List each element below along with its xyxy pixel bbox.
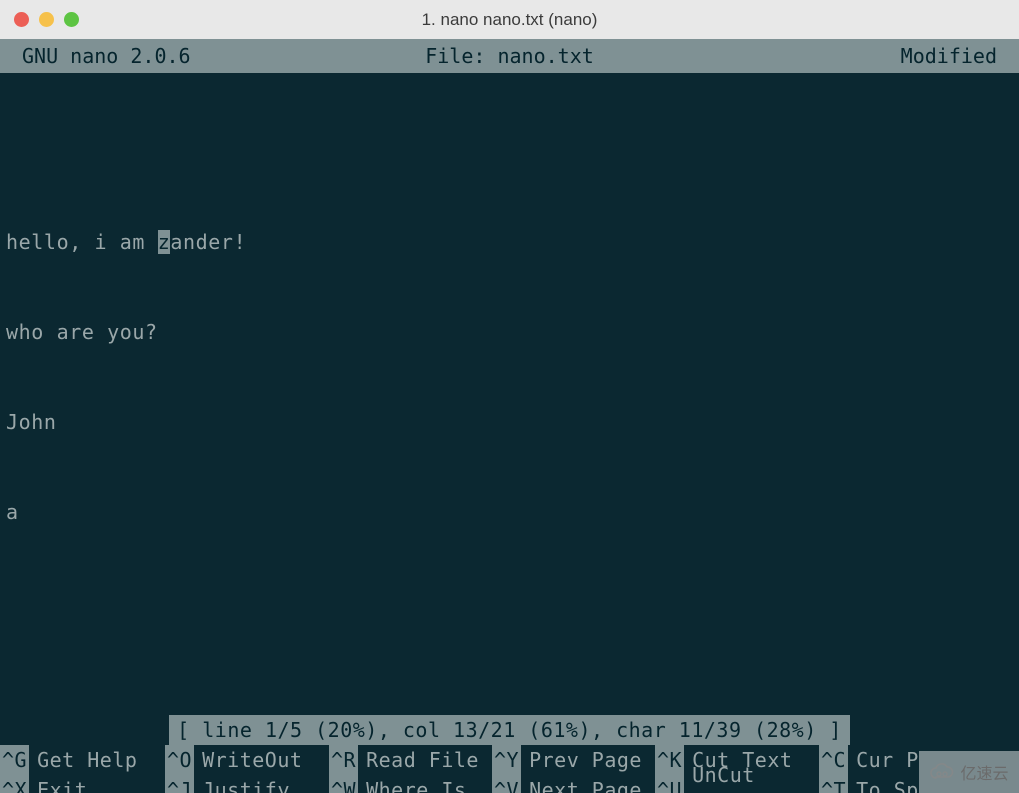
shortcut-key: ^T (819, 775, 848, 793)
shortcut-key: ^C (819, 745, 848, 775)
zoom-icon[interactable] (64, 12, 79, 27)
shortcut-label: Prev Page (521, 745, 648, 775)
shortcut-exit[interactable]: ^XExit (0, 775, 165, 793)
shortcut-label: Get Help (29, 745, 143, 775)
close-icon[interactable] (14, 12, 29, 27)
cursor: z (158, 230, 171, 254)
window-title: 1. nano nano.txt (nano) (0, 10, 1019, 30)
terminal[interactable]: GNU nano 2.0.6 File: nano.txt Modified h… (0, 39, 1019, 793)
shortcut-key: ^O (165, 745, 194, 775)
cloud-icon (929, 763, 955, 781)
shortcut-label: Where Is (358, 775, 472, 793)
shortcut-label: UnCut Text (684, 760, 819, 793)
shortcut-label: WriteOut (194, 745, 308, 775)
shortcut-key: ^R (329, 745, 358, 775)
shortcut-get-help[interactable]: ^GGet Help (0, 745, 165, 775)
shortcut-justify[interactable]: ^JJustify (165, 775, 329, 793)
shortcut-next-page[interactable]: ^VNext Page (492, 775, 655, 793)
status-line: [ line 1/5 (20%), col 13/21 (61%), char … (169, 715, 850, 745)
shortcut-label: Cur P (848, 745, 925, 775)
shortcut-label: To Sp (848, 775, 925, 793)
shortcut-key: ^X (0, 775, 29, 793)
editor-line[interactable]: John (6, 407, 1013, 437)
watermark-text: 亿速云 (960, 760, 1008, 784)
shortcut-prev-page[interactable]: ^YPrev Page (492, 745, 655, 775)
shortcut-key: ^J (165, 775, 194, 793)
shortcut-read-file[interactable]: ^RRead File (329, 745, 492, 775)
traffic-lights (0, 12, 79, 27)
shortcut-writeout[interactable]: ^OWriteOut (165, 745, 329, 775)
watermark: 亿速云 (919, 751, 1019, 793)
editor-text: hello, i am (6, 230, 158, 254)
window-titlebar: 1. nano nano.txt (nano) (0, 0, 1019, 39)
shortcut-key: ^U (655, 775, 684, 793)
shortcut-uncut-text[interactable]: ^UUnCut Text (655, 775, 819, 793)
nano-filename: File: nano.txt (425, 41, 594, 71)
editor-line[interactable] (6, 137, 1013, 167)
editor-line[interactable]: a (6, 497, 1013, 527)
shortcut-bar: ^GGet Help ^OWriteOut ^RRead File ^YPrev… (0, 745, 1019, 793)
shortcut-label: Next Page (521, 775, 648, 793)
shortcut-key: ^V (492, 775, 521, 793)
nano-modified-status: Modified (901, 41, 997, 71)
minimize-icon[interactable] (39, 12, 54, 27)
shortcut-row: ^XExit ^JJustify ^WWhere Is ^VNext Page … (0, 775, 1019, 793)
editor-line[interactable]: who are you? (6, 317, 1013, 347)
shortcut-label: Justify (194, 775, 296, 793)
shortcut-key: ^G (0, 745, 29, 775)
shortcut-where-is[interactable]: ^WWhere Is (329, 775, 492, 793)
editor-text: John (6, 410, 57, 434)
editor-text: a (6, 500, 19, 524)
shortcut-row: ^GGet Help ^OWriteOut ^RRead File ^YPrev… (0, 745, 1019, 775)
editor-line[interactable]: hello, i am zander! (6, 227, 1013, 257)
shortcut-label: Read File (358, 745, 485, 775)
editor-text: who are you? (6, 320, 158, 344)
shortcut-label: Exit (29, 775, 93, 793)
nano-header: GNU nano 2.0.6 File: nano.txt Modified (0, 39, 1019, 73)
status-line-container: [ line 1/5 (20%), col 13/21 (61%), char … (0, 715, 1019, 745)
editor-text: ander! (170, 230, 246, 254)
editor-area[interactable]: hello, i am zander! who are you? John a (0, 73, 1019, 587)
nano-version: GNU nano 2.0.6 (22, 41, 191, 71)
shortcut-key: ^W (329, 775, 358, 793)
shortcut-key: ^Y (492, 745, 521, 775)
shortcut-key: ^K (655, 745, 684, 775)
